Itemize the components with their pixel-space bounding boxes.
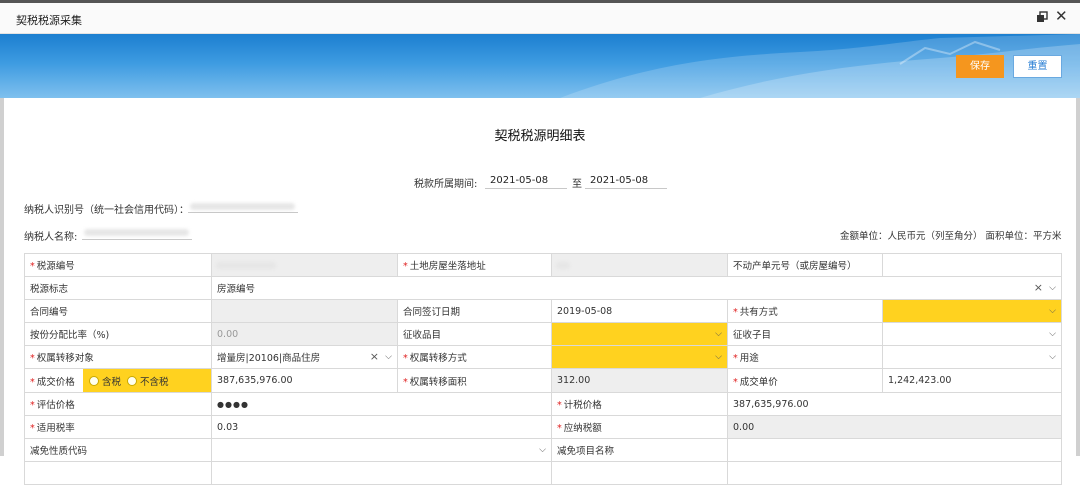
window-titlebar: 契税税源采集 ✕: [0, 3, 1080, 34]
unit-price-input[interactable]: 1,242,423.00: [882, 368, 1062, 393]
chevron-down-icon[interactable]: ⌵: [1049, 329, 1056, 339]
chevron-down-icon[interactable]: ⌵: [715, 352, 722, 362]
usage-label: * 用途: [727, 345, 883, 369]
taxable-price-label: * 计税价格: [551, 392, 728, 416]
tax-rate-label: * 适用税率: [24, 415, 212, 439]
form-title: 契税税源明细表: [494, 129, 586, 144]
assessed-price-label: * 评估价格: [24, 392, 212, 416]
tax-source-flag-select[interactable]: 房源编号 × ⌵: [211, 276, 1062, 300]
exemption-item-input[interactable]: [727, 438, 1062, 462]
clear-icon[interactable]: ×: [1034, 281, 1043, 294]
land-address-field: [551, 253, 728, 277]
usage-select[interactable]: ⌵: [882, 345, 1062, 369]
save-button[interactable]: 保存: [956, 55, 1004, 78]
taxable-price-input[interactable]: 387,635,976.00: [727, 392, 1062, 416]
period-start-input[interactable]: 2021-05-08: [490, 175, 548, 186]
close-icon[interactable]: ✕: [1055, 9, 1068, 24]
levy-subitem-label: 征收子目: [727, 322, 883, 346]
transfer-object-label: * 权属转移对象: [24, 345, 212, 369]
levy-item-select[interactable]: ⌵: [551, 322, 728, 346]
transfer-area-field: 312.00: [551, 368, 728, 393]
taxpayer-name-masked: [84, 229, 189, 236]
taxpayer-id-label: 纳税人识别号（统一社会信用代码）：: [24, 205, 189, 216]
levy-subitem-select[interactable]: ⌵: [882, 322, 1062, 346]
window-title: 契税税源采集: [16, 14, 82, 27]
period-label: 税款所属期间:: [414, 179, 478, 190]
transfer-method-label: * 权属转移方式: [397, 345, 552, 369]
taxpayer-id-masked: [190, 203, 295, 210]
period-separator: 至: [572, 179, 582, 190]
chevron-down-icon[interactable]: ⌵: [715, 329, 722, 339]
header-banner: [0, 34, 1080, 98]
tax-excl-radio[interactable]: [127, 375, 138, 386]
exemption-code-label: 减免性质代码: [24, 438, 212, 462]
real-estate-unit-input[interactable]: [882, 253, 1062, 277]
real-estate-unit-label: 不动产单元号（或房屋编号）: [727, 253, 883, 277]
assessed-price-input[interactable]: ●●●●: [211, 392, 552, 416]
tax-inclusion-radio-group: 含税 不含税: [83, 369, 211, 392]
exemption-code-select[interactable]: ⌵: [211, 438, 552, 462]
contract-sign-date-label: 合同签订日期: [397, 299, 552, 323]
deal-price-input[interactable]: 387,635,976.00: [211, 368, 398, 393]
transfer-object-select[interactable]: 增量房|20106|商品住房 × ⌵: [211, 345, 398, 369]
transfer-area-label: * 权属转移面积: [397, 368, 552, 393]
share-ratio-label: 按份分配比率（%): [24, 322, 212, 346]
taxpayer-name-label: 纳税人名称:: [24, 232, 78, 243]
tax-incl-radio[interactable]: [89, 375, 99, 386]
tax-source-no-label: * 税源编号: [24, 253, 212, 277]
tax-source-flag-label: 税源标志: [24, 276, 212, 300]
unit-price-label: * 成交单价: [727, 368, 883, 393]
chevron-down-icon[interactable]: ⌵: [1049, 352, 1056, 362]
chevron-down-icon[interactable]: ⌵: [385, 352, 392, 362]
contract-sign-date-input[interactable]: 2019-05-08: [551, 299, 728, 323]
clear-icon[interactable]: ×: [370, 350, 379, 363]
co-ownership-select[interactable]: ⌵: [882, 299, 1062, 323]
tax-payable-label: * 应纳税额: [551, 415, 728, 439]
contract-no-field: [211, 299, 398, 323]
taxpayer-name-input[interactable]: [82, 239, 192, 240]
period-end-input[interactable]: 2021-05-08: [590, 175, 648, 186]
land-address-label: * 土地房屋坐落地址: [397, 253, 552, 277]
chevron-down-icon[interactable]: ⌵: [539, 445, 546, 455]
exemption-item-label: 减免项目名称: [551, 438, 728, 462]
levy-item-label: 征收品目: [397, 322, 552, 346]
right-border: [1076, 98, 1080, 456]
tax-rate-input[interactable]: 0.03: [211, 415, 552, 439]
restore-icon[interactable]: [1036, 11, 1048, 27]
deal-price-label: * 成交价格 含税 不含税: [24, 368, 212, 393]
taxpayer-id-input[interactable]: [188, 212, 298, 213]
tax-payable-field: 0.00: [727, 415, 1062, 439]
tax-source-no-field: [211, 253, 398, 277]
co-ownership-label: * 共有方式: [727, 299, 883, 323]
reset-button[interactable]: 重置: [1013, 55, 1062, 78]
chevron-down-icon[interactable]: ⌵: [1049, 283, 1056, 293]
share-ratio-field: 0.00: [211, 322, 398, 346]
contract-no-label: 合同编号: [24, 299, 212, 323]
chevron-down-icon[interactable]: ⌵: [1049, 306, 1056, 316]
left-border: [0, 98, 4, 456]
transfer-method-select[interactable]: ⌵: [551, 345, 728, 369]
tax-source-grid: * 税源编号 * 土地房屋坐落地址 不动产单元号（或房屋编号） 税源标志 房源编号 …: [24, 253, 1062, 485]
unit-note: 金额单位：人民币元（列至角分） 面积单位：平方米: [840, 231, 1062, 242]
